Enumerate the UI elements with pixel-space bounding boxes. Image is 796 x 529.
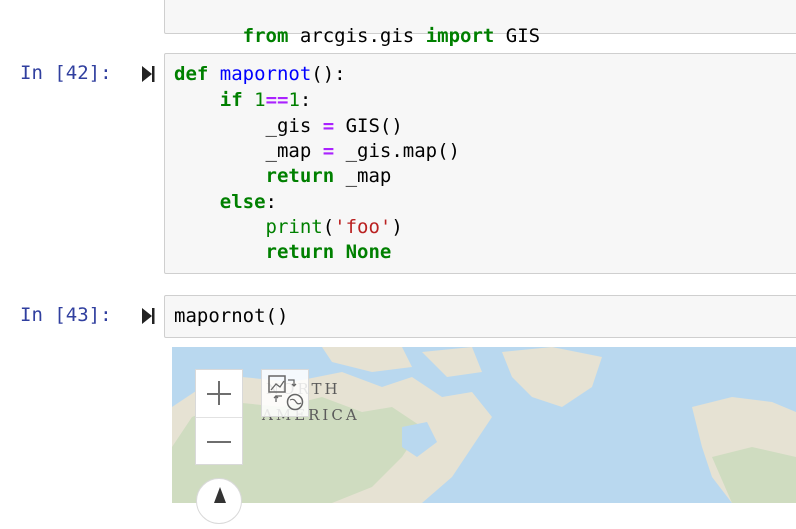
code-punct: ) — [391, 216, 403, 238]
run-cell-icon[interactable] — [141, 65, 155, 83]
zoom-control — [195, 369, 243, 465]
keyword-if: if — [219, 89, 243, 111]
code-punct: : — [299, 89, 312, 111]
cell-42-input[interactable]: def mapornot(): if 1==1: _gis = GIS() _m… — [164, 53, 796, 274]
zoom-out-button[interactable] — [196, 418, 242, 465]
builtin-print: print — [265, 216, 323, 238]
cell-43-prompt: In [43]: — [20, 304, 112, 326]
code-expr: _gis.map() — [334, 140, 461, 162]
number-literal: 1 — [254, 89, 266, 111]
code-line-6: else: — [174, 190, 277, 215]
code-punct: (): — [311, 63, 346, 85]
code-expr: GIS() — [334, 115, 403, 137]
code-line-2: if 1==1: — [174, 88, 312, 113]
code-punct: ( — [322, 216, 335, 238]
keyword-else: else — [219, 191, 266, 213]
code-line-3: _gis = GIS() — [174, 114, 403, 139]
code-line-1: mapornot() — [174, 305, 289, 327]
code-line-8: return None — [174, 240, 392, 265]
code-line-1: def mapornot(): — [174, 62, 346, 87]
function-name: mapornot — [219, 63, 312, 85]
code-var: _gis — [265, 115, 323, 137]
compass-button[interactable] — [196, 478, 242, 524]
keyword-from: from — [242, 25, 289, 47]
zoom-in-button[interactable] — [196, 370, 242, 417]
operator: = — [322, 140, 335, 162]
keyword-return: return — [265, 165, 335, 187]
code-punct: : — [265, 191, 277, 213]
code-line-5: return _map — [174, 164, 392, 189]
cell-41-input[interactable]: from arcgis.gis import GIS — [164, 0, 796, 47]
keyword-none: None — [345, 241, 392, 263]
code-var: _map — [265, 140, 323, 162]
code-expr: _map — [334, 165, 392, 187]
code-line-7: print('foo') — [174, 215, 403, 240]
keyword-def: def — [174, 63, 209, 85]
string-literal: 'foo' — [334, 216, 392, 238]
operator: == — [265, 89, 289, 111]
compass-icon — [214, 487, 226, 503]
module-name: arcgis.gis — [288, 25, 426, 47]
cell-43-input[interactable]: mapornot() — [164, 295, 796, 338]
number-literal: 1 — [288, 89, 300, 111]
basemap-toggle-icon — [268, 375, 304, 411]
basemap-toggle-button[interactable] — [261, 369, 309, 417]
code-line-4: _map = _gis.map() — [174, 139, 461, 164]
keyword-return: return — [265, 241, 335, 263]
operator: = — [322, 115, 335, 137]
import-name: GIS — [494, 25, 541, 47]
cell-42-prompt: In [42]: — [20, 62, 112, 84]
run-cell-icon[interactable] — [141, 307, 155, 325]
keyword-import: import — [425, 25, 495, 47]
